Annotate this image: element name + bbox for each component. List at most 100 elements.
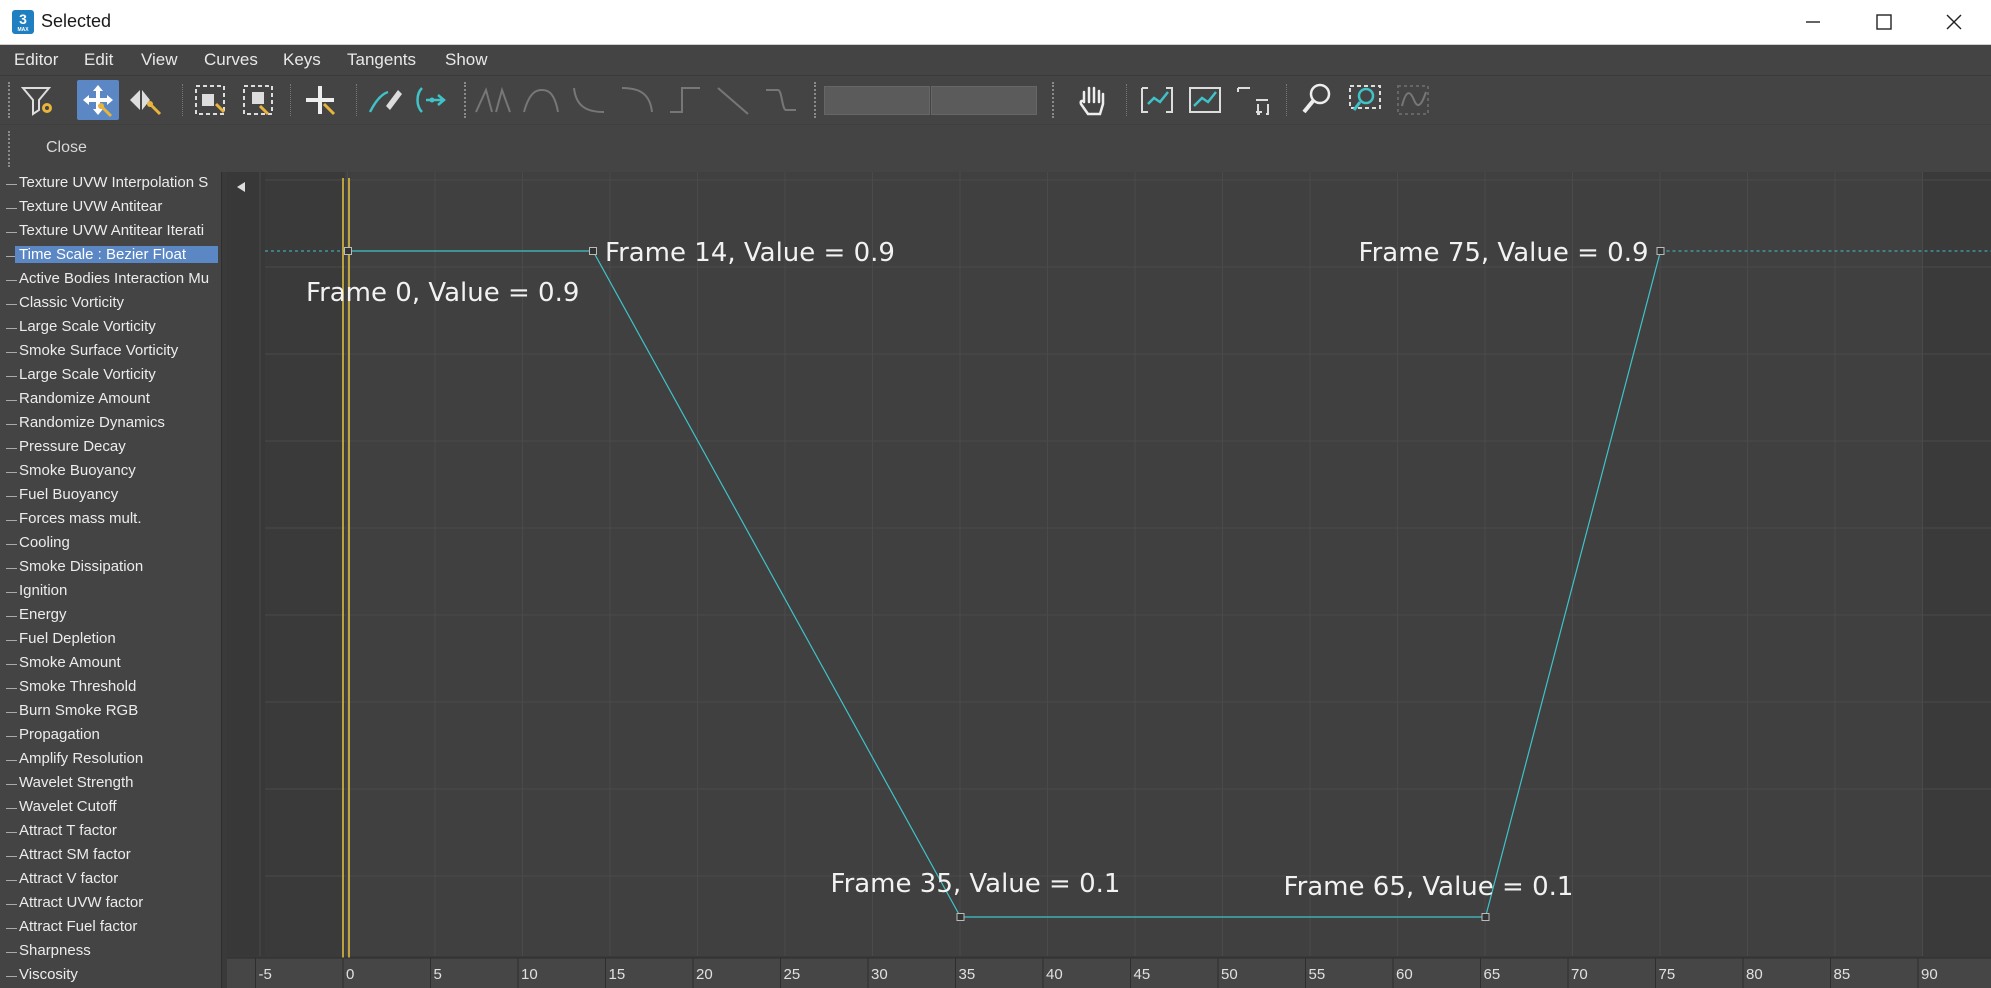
menu-curves[interactable]: Curves xyxy=(204,50,258,70)
tree-item-label: Smoke Surface Vorticity xyxy=(19,342,179,359)
zoom-region-button[interactable] xyxy=(1344,80,1386,120)
toolbar-grip[interactable] xyxy=(814,82,819,118)
value-field[interactable] xyxy=(931,86,1037,115)
tree-item[interactable]: Texture UVW Antitear xyxy=(0,196,221,220)
tree-item[interactable]: Smoke Amount xyxy=(0,652,221,676)
tree-connector xyxy=(6,448,17,449)
toolbar-grip[interactable] xyxy=(8,82,13,118)
tree-connector xyxy=(6,304,17,305)
curve-key[interactable] xyxy=(1656,247,1665,255)
menu-edit[interactable]: Edit xyxy=(84,50,113,70)
frame-horizontal-button[interactable] xyxy=(1136,80,1178,120)
scale-values-button[interactable] xyxy=(238,80,280,120)
tree-item[interactable]: Viscosity xyxy=(0,964,221,988)
tree-connector xyxy=(6,712,17,713)
slide-keys-button[interactable] xyxy=(126,80,168,120)
menu-editor[interactable]: Editor xyxy=(14,50,58,70)
tree-item[interactable]: Active Bodies Interaction Mu xyxy=(0,268,221,292)
tangent-auto-button[interactable] xyxy=(472,80,514,120)
tree-connector xyxy=(6,568,17,569)
tree-item[interactable]: Randomize Amount xyxy=(0,388,221,412)
tree-item[interactable]: Large Scale Vorticity xyxy=(0,316,221,340)
tree-item[interactable]: Ignition xyxy=(0,580,221,604)
tree-item[interactable]: Time Scale : Bezier Float xyxy=(0,244,221,268)
tree-connector xyxy=(6,976,17,977)
close-window-button[interactable] xyxy=(1920,0,1988,44)
tree-item[interactable]: Pressure Decay xyxy=(0,436,221,460)
tree-item[interactable]: Texture UVW Antitear Iterati xyxy=(0,220,221,244)
reduce-keys-button[interactable] xyxy=(412,80,454,120)
tangent-linear-button[interactable] xyxy=(712,80,754,120)
pan-button[interactable] xyxy=(1072,80,1114,120)
app-logo-icon: 3 MAX xyxy=(12,10,34,34)
scale-values-icon xyxy=(243,85,273,116)
tree-item[interactable]: Burn Smoke RGB xyxy=(0,700,221,724)
tree-item[interactable]: Classic Vorticity xyxy=(0,292,221,316)
ruler-tick-label: 30 xyxy=(871,966,888,983)
curve-key[interactable] xyxy=(589,247,597,255)
ruler-tick-label: 40 xyxy=(1046,966,1063,983)
tree-item[interactable]: Attract V factor xyxy=(0,868,221,892)
ruler-tick-label: 45 xyxy=(1134,966,1151,983)
curve-key[interactable] xyxy=(956,913,965,921)
frame-selection-button[interactable] xyxy=(1232,80,1274,120)
tangent-fast-button[interactable] xyxy=(568,80,610,120)
tree-item-label: Texture UVW Interpolation S xyxy=(19,174,209,191)
ruler-tick-label: 10 xyxy=(521,966,538,983)
frame-values-button[interactable] xyxy=(1184,80,1226,120)
scale-keys-button[interactable] xyxy=(190,80,232,120)
curve-graph-canvas[interactable]: Frame 0, Value = 0.9 Frame 14, Value = 0.… xyxy=(227,172,1991,988)
tree-item[interactable]: Texture UVW Interpolation S xyxy=(0,172,221,196)
tangent-smooth-button[interactable] xyxy=(760,80,802,120)
tree-item[interactable]: Sharpness xyxy=(0,940,221,964)
tangent-step-button[interactable] xyxy=(664,80,706,120)
tree-item[interactable]: Large Scale Vorticity xyxy=(0,364,221,388)
zoom-button[interactable] xyxy=(1296,80,1338,120)
minimize-button[interactable] xyxy=(1779,0,1847,44)
draw-curves-button[interactable] xyxy=(364,80,406,120)
tree-item[interactable]: Forces mass mult. xyxy=(0,508,221,532)
tree-connector xyxy=(6,832,17,833)
menu-show[interactable]: Show xyxy=(445,50,488,70)
menu-view[interactable]: View xyxy=(141,50,178,70)
curve-key[interactable] xyxy=(344,247,352,255)
curve-key[interactable] xyxy=(1481,913,1490,921)
tangent-custom-button[interactable] xyxy=(520,80,562,120)
toolbar-grip[interactable] xyxy=(8,131,13,167)
frame-field[interactable] xyxy=(824,86,930,115)
tree-item[interactable]: Fuel Buoyancy xyxy=(0,484,221,508)
isolate-curve-button[interactable] xyxy=(1392,80,1434,120)
curve-graph[interactable]: Frame 0, Value = 0.9 Frame 14, Value = 0.… xyxy=(227,172,1991,988)
tangent-slow-button[interactable] xyxy=(616,80,658,120)
maximize-icon xyxy=(1876,14,1892,30)
tree-item[interactable]: Fuel Depletion xyxy=(0,628,221,652)
filters-button[interactable] xyxy=(17,80,59,120)
move-keys-button[interactable] xyxy=(77,80,119,120)
menu-keys[interactable]: Keys xyxy=(283,50,321,70)
tree-item[interactable]: Attract SM factor xyxy=(0,844,221,868)
toolbar-grip[interactable] xyxy=(1052,82,1057,118)
add-keys-button[interactable] xyxy=(300,80,342,120)
close-button[interactable]: Close xyxy=(46,139,87,157)
tree-item[interactable]: Attract T factor xyxy=(0,820,221,844)
tree-item[interactable]: Attract UVW factor xyxy=(0,892,221,916)
tree-connector xyxy=(6,328,17,329)
toolbar-grip[interactable] xyxy=(464,82,469,118)
tree-item[interactable]: Propagation xyxy=(0,724,221,748)
tree-item[interactable]: Randomize Dynamics xyxy=(0,412,221,436)
tree-item[interactable]: Energy xyxy=(0,604,221,628)
tree-item[interactable]: Wavelet Strength xyxy=(0,772,221,796)
menu-tangents[interactable]: Tangents xyxy=(347,50,416,70)
key-value-label: Frame 35, Value = 0.1 xyxy=(831,869,1121,899)
tree-item[interactable]: Smoke Surface Vorticity xyxy=(0,340,221,364)
time-ruler[interactable] xyxy=(227,958,1991,988)
tree-item[interactable]: Attract Fuel factor xyxy=(0,916,221,940)
tree-item[interactable]: Cooling xyxy=(0,532,221,556)
tree-item[interactable]: Wavelet Cutoff xyxy=(0,796,221,820)
tree-item[interactable]: Smoke Dissipation xyxy=(0,556,221,580)
tree-item[interactable]: Amplify Resolution xyxy=(0,748,221,772)
tree-item[interactable]: Smoke Threshold xyxy=(0,676,221,700)
tree-item-label: Texture UVW Antitear Iterati xyxy=(19,222,205,239)
maximize-button[interactable] xyxy=(1850,0,1918,44)
tree-item[interactable]: Smoke Buoyancy xyxy=(0,460,221,484)
